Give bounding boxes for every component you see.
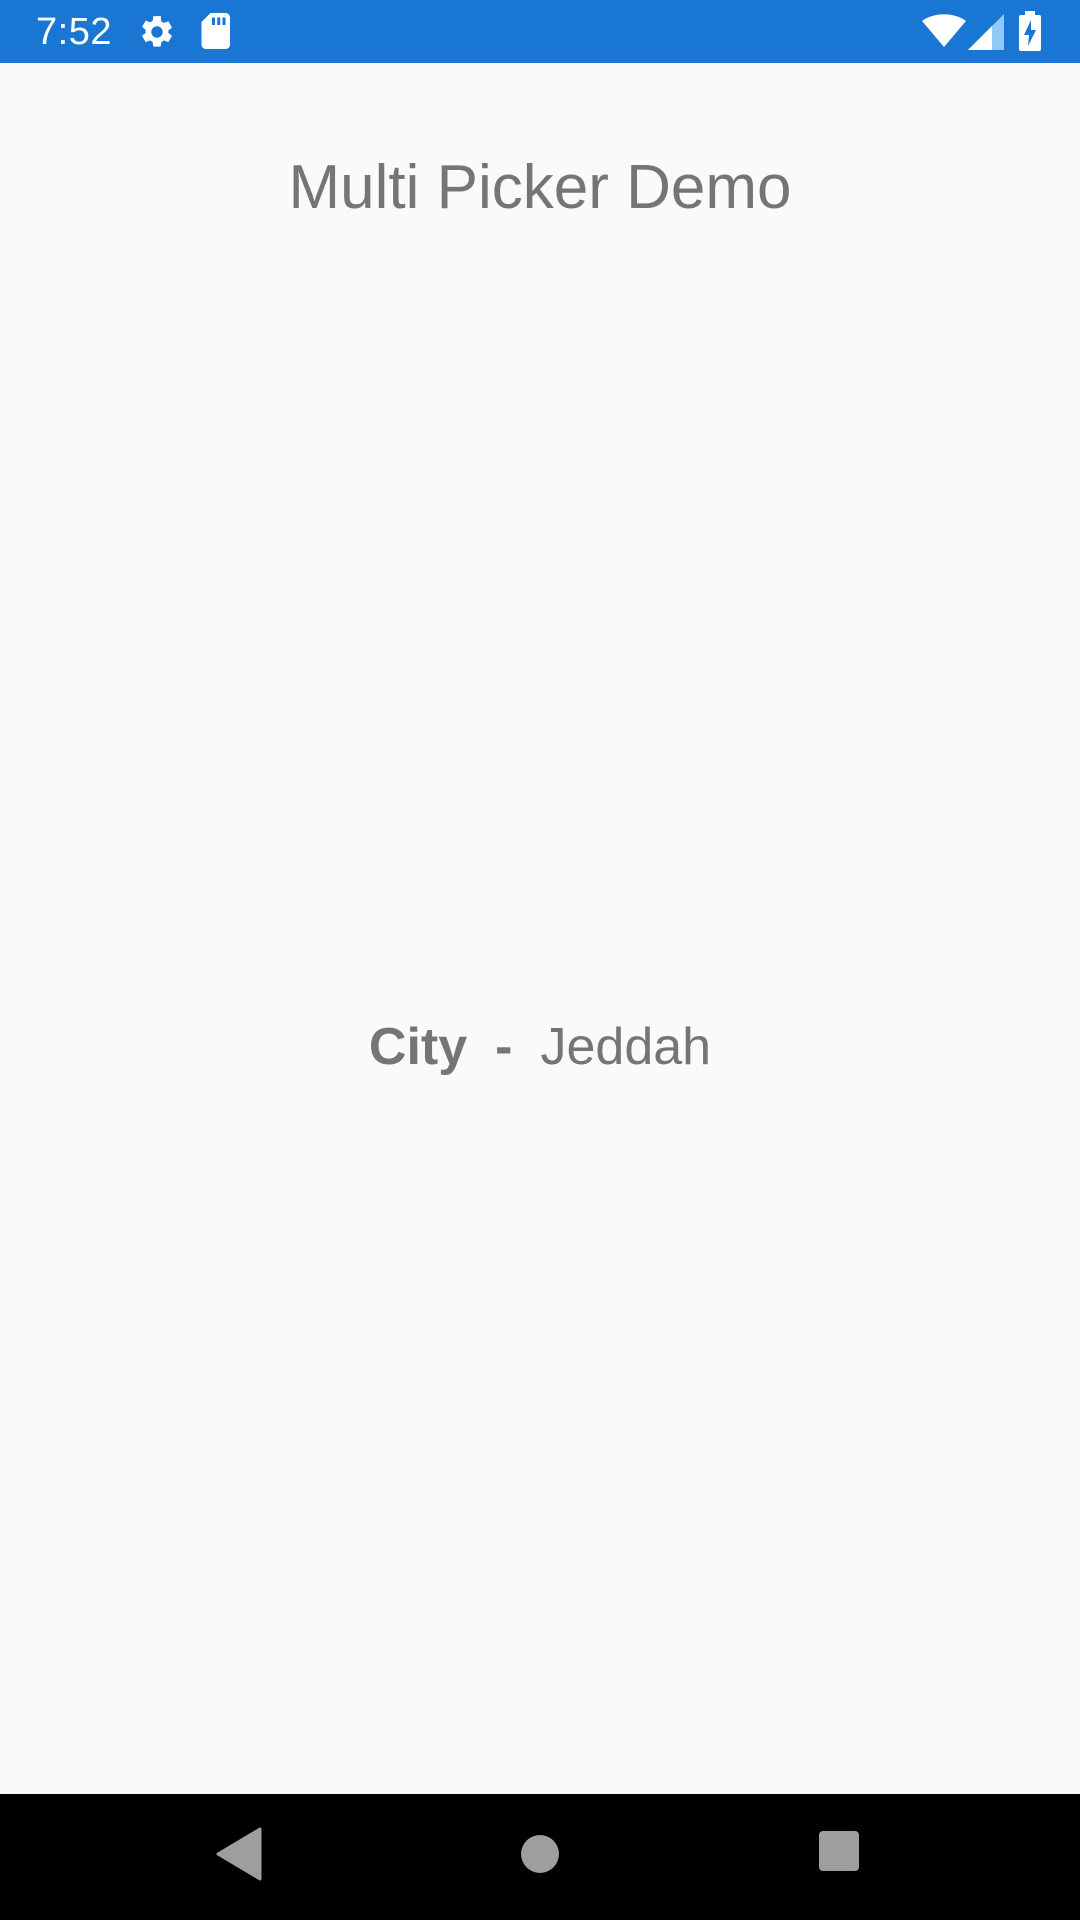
app-screen: 7:52 Multi Picker Demo City - Jeddah bbox=[0, 0, 1080, 1920]
recents-icon[interactable] bbox=[818, 1830, 860, 1872]
picker-selected-value: Jeddah bbox=[540, 1018, 712, 1076]
battery-charging-icon bbox=[1019, 11, 1041, 51]
picker-label: City bbox=[368, 1018, 468, 1076]
cellular-signal-icon bbox=[968, 14, 1004, 50]
wifi-icon bbox=[922, 14, 966, 47]
status-bar: 7:52 bbox=[0, 0, 1080, 63]
sd-card-icon bbox=[201, 13, 230, 49]
navigation-bar bbox=[0, 1794, 1080, 1920]
home-icon[interactable] bbox=[516, 1830, 564, 1878]
picker-separator: - bbox=[495, 1018, 513, 1076]
gear-icon bbox=[142, 16, 172, 47]
back-icon[interactable] bbox=[214, 1827, 262, 1881]
status-time: 7:52 bbox=[36, 11, 112, 53]
page-title: Multi Picker Demo bbox=[288, 153, 792, 222]
city-picker[interactable]: City - Jeddah bbox=[0, 1012, 1080, 1082]
